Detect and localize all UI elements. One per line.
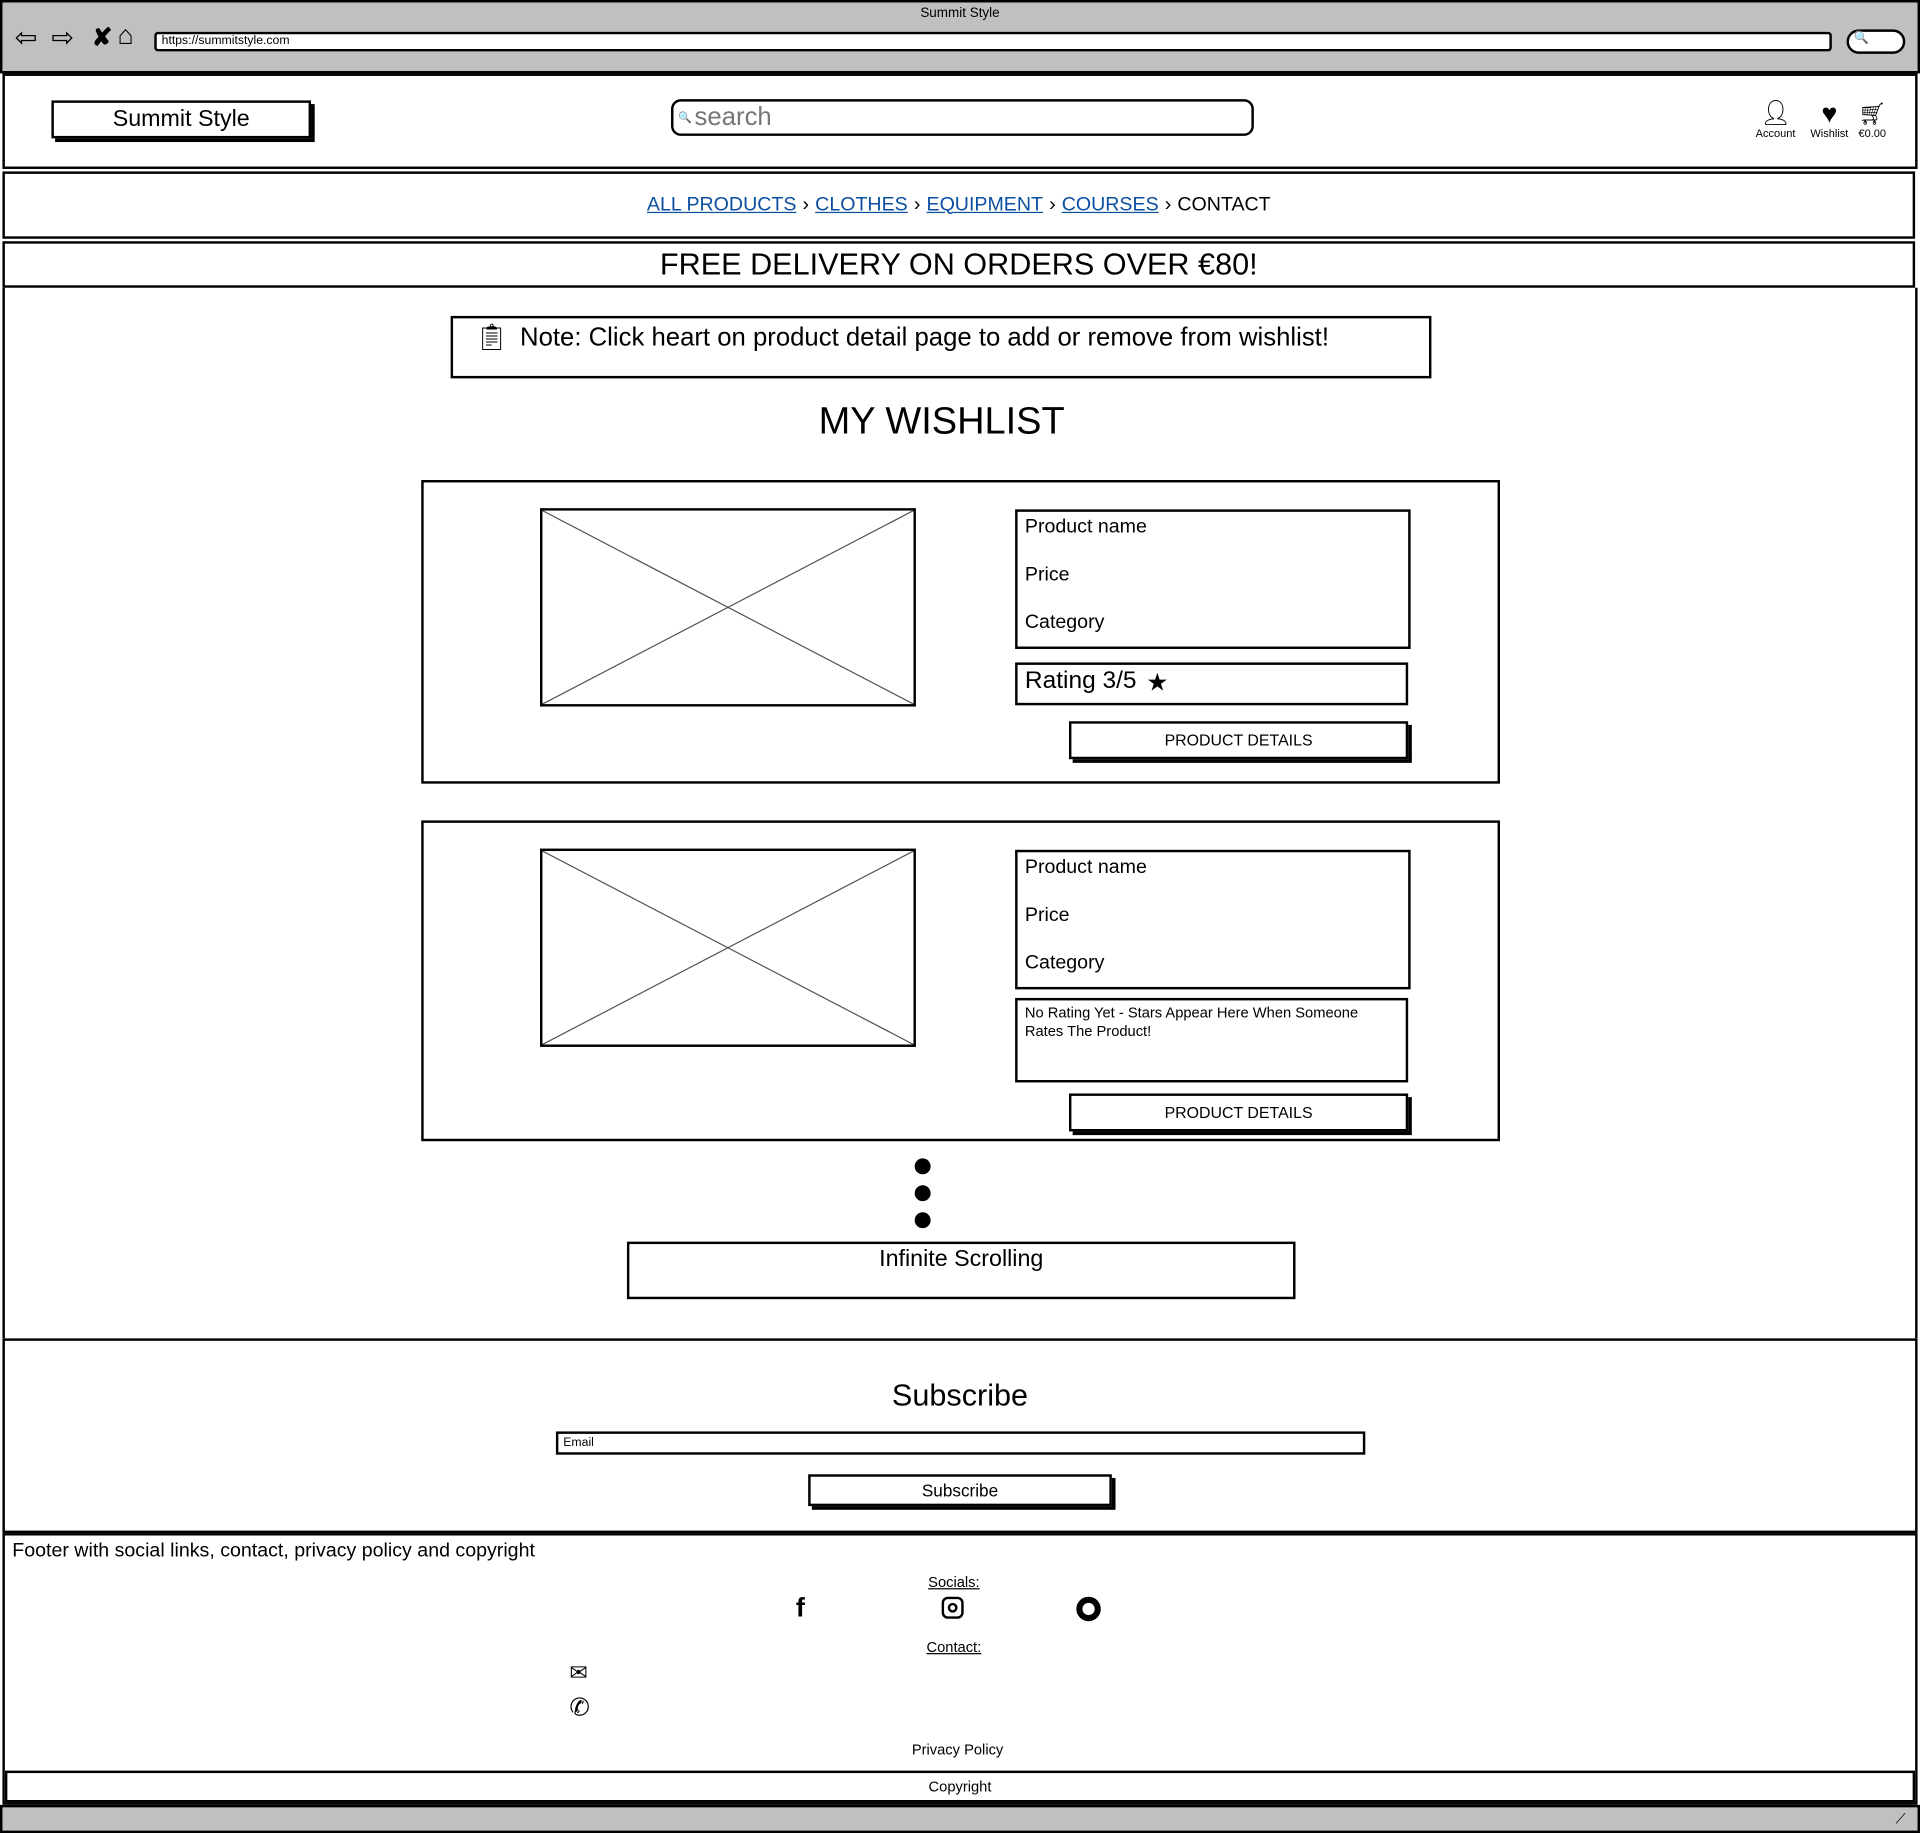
- search-icon: 🔍: [678, 110, 693, 124]
- product-price: Price: [1024, 904, 1070, 926]
- breadcrumb: ALL PRODUCTS › CLOTHES › EQUIPMENT › COURSE…: [2, 171, 1916, 239]
- cart-icon: 🛒︎: [1858, 101, 1887, 127]
- delivery-banner: FREE DELIVERY ON ORDERS OVER €80!: [2, 241, 1916, 288]
- wishlist-note: 📋︎ Note: Click heart on product detail pa…: [450, 315, 1432, 379]
- account-link[interactable]: 👤︎ Account: [1749, 100, 1803, 139]
- infinite-scrolling-text: Infinite Scrolling: [879, 1246, 1044, 1273]
- product-info: Product name Price Category: [1015, 849, 1411, 990]
- rating-text: Rating 3/5: [1024, 667, 1137, 695]
- subscribe-button[interactable]: Subscribe: [808, 1474, 1112, 1507]
- home-icon[interactable]: ⌂: [118, 20, 134, 52]
- breadcrumb-equipment[interactable]: EQUIPMENT: [926, 194, 1042, 216]
- account-label: Account: [1755, 127, 1796, 140]
- wishlist-link[interactable]: ♥ Wishlist: [1805, 97, 1854, 140]
- search-input[interactable]: 🔍 search: [671, 99, 1254, 136]
- note-text: Note: Click heart on product detail page…: [520, 323, 1329, 352]
- socials-label: Socials:: [928, 1573, 980, 1591]
- facebook-icon[interactable]: f: [796, 1592, 805, 1624]
- cart-link[interactable]: 🛒︎ €0.00: [1851, 100, 1893, 140]
- product-image-placeholder[interactable]: [540, 848, 916, 1047]
- logo[interactable]: Summit Style: [51, 100, 312, 139]
- breadcrumb-courses[interactable]: COURSES: [1062, 194, 1159, 216]
- logo-text: Summit Style: [112, 105, 250, 132]
- product-name[interactable]: Product name: [1025, 514, 1401, 562]
- product-price: Price: [1024, 564, 1070, 586]
- banner-text: FREE DELIVERY ON ORDERS OVER €80!: [659, 246, 1258, 282]
- contact-label: Contact:: [926, 1638, 982, 1656]
- product-rating: Rating 3/5 ★: [1015, 662, 1409, 706]
- product-category: Category: [1024, 612, 1105, 634]
- copyright-bar: Copyright: [4, 1770, 1916, 1803]
- product-details-button[interactable]: PRODUCT DETAILS: [1068, 721, 1409, 760]
- product-name[interactable]: Product name: [1025, 855, 1401, 903]
- product-details-button[interactable]: PRODUCT DETAILS: [1068, 1093, 1409, 1132]
- resize-handle-icon[interactable]: ⟋: [1896, 1810, 1906, 1828]
- privacy-policy-link[interactable]: Privacy Policy: [857, 1741, 1058, 1758]
- separator: ›: [913, 194, 921, 215]
- separator: ›: [1164, 194, 1172, 215]
- email-input[interactable]: Email: [555, 1431, 1366, 1455]
- button-label: PRODUCT DETAILS: [1164, 731, 1313, 750]
- heart-icon: ♥: [1821, 97, 1838, 129]
- infinite-scrolling-box: Infinite Scrolling: [626, 1241, 1296, 1300]
- clipboard-icon: 📋︎: [475, 323, 508, 352]
- url-text: https://summitstyle.com: [161, 34, 290, 48]
- search-placeholder: search: [694, 102, 772, 132]
- account-icon: 👤︎: [1759, 100, 1792, 128]
- rating-text: No Rating Yet - Stars Appear Here When S…: [1024, 1004, 1359, 1040]
- breadcrumb-clothes[interactable]: CLOTHES: [815, 194, 908, 216]
- button-label: PRODUCT DETAILS: [1164, 1103, 1313, 1122]
- email-icon[interactable]: ✉: [569, 1660, 587, 1686]
- wishlist-label: Wishlist: [1810, 127, 1849, 140]
- separator: ›: [802, 194, 810, 215]
- browser-bottom-bar: [0, 1804, 1920, 1833]
- breadcrumb-all-products[interactable]: ALL PRODUCTS: [647, 194, 797, 216]
- breadcrumb-contact[interactable]: CONTACT: [1177, 194, 1270, 216]
- subscribe-title: Subscribe: [891, 1378, 1029, 1414]
- page-title: MY WISHLIST: [818, 399, 1065, 443]
- product-info: Product name Price Category: [1015, 509, 1411, 649]
- forward-icon[interactable]: ⇨: [51, 22, 74, 54]
- instagram-icon[interactable]: [941, 1596, 964, 1619]
- back-icon[interactable]: ⇦: [15, 22, 38, 54]
- url-bar[interactable]: https://summitstyle.com: [154, 31, 1832, 52]
- product-image-placeholder[interactable]: [540, 508, 916, 707]
- product-category: Category: [1024, 952, 1105, 974]
- product-rating: No Rating Yet - Stars Appear Here When S…: [1015, 997, 1409, 1083]
- window-title: Summit Style: [920, 6, 1000, 21]
- button-label: Subscribe: [921, 1480, 999, 1501]
- email-placeholder: Email: [563, 1436, 594, 1450]
- cart-total: €0.00: [1858, 127, 1887, 140]
- copyright-text: Copyright: [928, 1777, 992, 1796]
- star-icon: ★: [1146, 669, 1169, 697]
- browser-search-button[interactable]: 🔍: [1846, 29, 1906, 54]
- close-icon[interactable]: ✘: [92, 22, 113, 53]
- main-frame: [2, 287, 1918, 1339]
- separator: ›: [1049, 194, 1056, 215]
- phone-icon[interactable]: ✆: [569, 1692, 590, 1723]
- more-dots-icon: [914, 1158, 932, 1229]
- footer-description: Footer with social links, contact, priva…: [12, 1540, 535, 1562]
- github-icon[interactable]: [1076, 1596, 1101, 1622]
